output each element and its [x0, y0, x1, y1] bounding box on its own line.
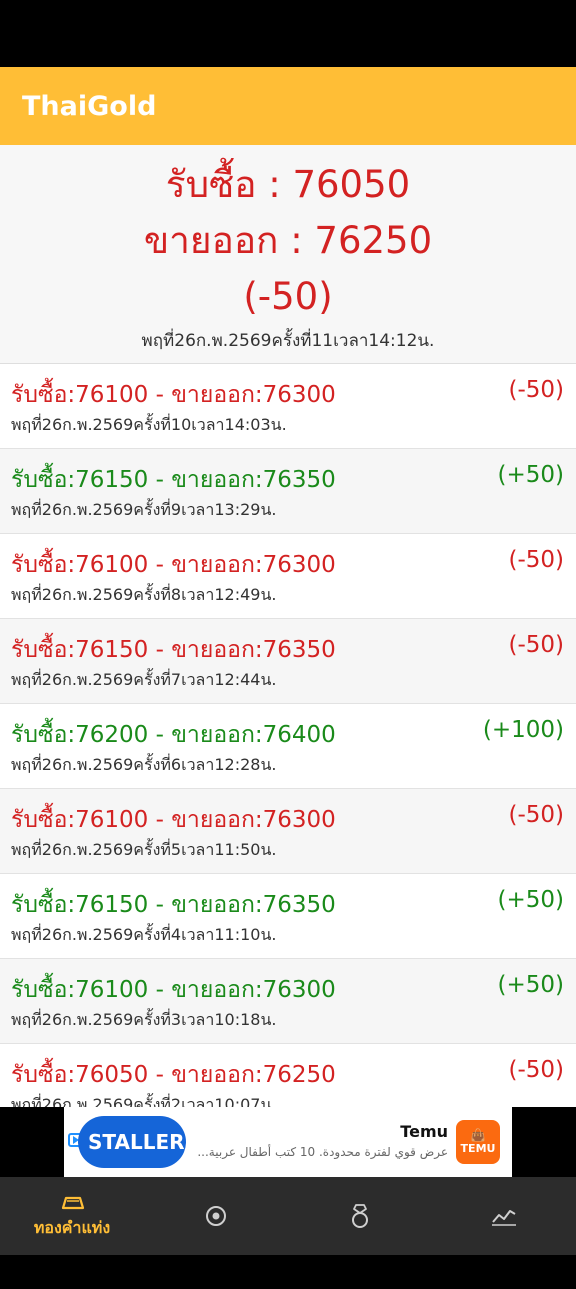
ad-thumbnail[interactable]: STALLER — [78, 1116, 186, 1168]
ad-brand: Temu — [400, 1122, 448, 1141]
trend-chart-icon — [492, 1210, 516, 1226]
row-time: พฤที่26ก.พ.2569ครั้งที่9เวลา13:29น. — [11, 500, 277, 519]
row-price: รับซื้อ:76200 - ขายออก:76400 — [11, 722, 336, 748]
sell-price: ขายออก : 76250 — [143, 219, 433, 262]
ad-banner-area: STALLER Temu عرض قوي لفترة محدودة. 10 كت… — [0, 1107, 576, 1177]
row-time: พฤที่26ก.พ.2569ครั้งที่7เวลา12:44น. — [11, 670, 277, 689]
nav-jewelry[interactable] — [288, 1177, 432, 1255]
row-price: รับซื้อ:76150 - ขายออก:76350 — [11, 637, 336, 663]
status-bar — [0, 0, 576, 67]
ad-banner[interactable]: STALLER Temu عرض قوي لفترة محدودة. 10 كت… — [64, 1107, 512, 1177]
history-row[interactable]: รับซื้อ:76100 - ขายออก:76300 (-50) พฤที่… — [0, 534, 576, 619]
history-row[interactable]: รับซื้อ:76100 - ขายออก:76300 (-50) พฤที่… — [0, 789, 576, 874]
update-timestamp: พฤที่26ก.พ.2569ครั้งที่11เวลา14:12น. — [141, 331, 435, 351]
nav-chart[interactable] — [432, 1177, 576, 1255]
row-change: (-50) — [508, 802, 564, 828]
history-row[interactable]: รับซื้อ:76200 - ขายออก:76400 (+100) พฤที… — [0, 704, 576, 789]
row-time: พฤที่26ก.พ.2569ครั้งที่4เวลา11:10น. — [11, 925, 277, 944]
row-change: (+50) — [497, 972, 564, 998]
diamond-ring-icon — [352, 1204, 368, 1228]
history-row[interactable]: รับซื้อ:76150 - ขายออก:76350 (+50) พฤที่… — [0, 449, 576, 534]
row-change: (+50) — [497, 887, 564, 913]
row-change: (-50) — [508, 547, 564, 573]
nav-gold-bar[interactable]: ทองคำแท่ง — [0, 1177, 144, 1255]
history-row[interactable]: รับซื้อ:76150 - ขายออก:76350 (-50) พฤที่… — [0, 619, 576, 704]
temu-logo-icon[interactable]: 👜 TEMU — [456, 1120, 500, 1164]
latest-price-summary: รับซื้อ : 76050 ขายออก : 76250 (-50) พฤท… — [0, 145, 576, 364]
row-time: พฤที่26ก.พ.2569ครั้งที่8เวลา12:49น. — [11, 585, 277, 604]
row-change: (+50) — [497, 462, 564, 488]
row-change: (-50) — [508, 632, 564, 658]
system-nav-bar — [0, 1255, 576, 1289]
app-title: ThaiGold — [22, 90, 157, 122]
history-row[interactable]: รับซื้อ:76100 - ขายออก:76300 (+50) พฤที่… — [0, 959, 576, 1044]
ad-logo-text: TEMU — [460, 1142, 496, 1155]
price-change: (-50) — [243, 275, 333, 318]
row-price: รับซื้อ:76150 - ขายออก:76350 — [11, 467, 336, 493]
row-price: รับซื้อ:76100 - ขายออก:76300 — [11, 382, 336, 408]
gold-bar-icon — [61, 1196, 85, 1209]
row-change: (+100) — [482, 717, 564, 743]
bottom-navigation: ทองคำแท่ง — [0, 1177, 576, 1255]
nav-gold-bar-label: ทองคำแท่ง — [33, 1217, 111, 1237]
row-time: พฤที่26ก.พ.2569ครั้งที่6เวลา12:28น. — [11, 755, 277, 774]
row-change: (-50) — [508, 377, 564, 403]
row-time: พฤที่26ก.พ.2569ครั้งที่10เวลา14:03น. — [11, 415, 287, 434]
row-time: พฤที่26ก.พ.2569ครั้งที่5เวลา11:50น. — [11, 840, 277, 859]
row-change: (-50) — [508, 1057, 564, 1083]
row-price: รับซื้อ:76100 - ขายออก:76300 — [11, 977, 336, 1003]
ring-target-icon — [206, 1206, 226, 1226]
row-price: รับซื้อ:76150 - ขายออก:76350 — [11, 892, 336, 918]
history-row[interactable]: รับซื้อ:76150 - ขายออก:76350 (+50) พฤที่… — [0, 874, 576, 959]
nav-ring[interactable] — [144, 1177, 288, 1255]
app-bar: ThaiGold — [0, 67, 576, 145]
ad-description: عرض قوي لفترة محدودة. 10 كتب أطفال عربية… — [197, 1145, 448, 1159]
row-time: พฤที่26ก.พ.2569ครั้งที่2เวลา10:07น. — [11, 1095, 277, 1107]
row-price: รับซื้อ:76050 - ขายออก:76250 — [11, 1062, 336, 1088]
row-price: รับซื้อ:76100 - ขายออก:76300 — [11, 552, 336, 578]
history-row[interactable]: รับซื้อ:76050 - ขายออก:76250 (-50) พฤที่… — [0, 1044, 576, 1107]
row-time: พฤที่26ก.พ.2569ครั้งที่3เวลา10:18น. — [11, 1010, 277, 1029]
price-history-list[interactable]: รับซื้อ:76100 - ขายออก:76300 (-50) พฤที่… — [0, 364, 576, 1107]
history-row[interactable]: รับซื้อ:76100 - ขายออก:76300 (-50) พฤที่… — [0, 364, 576, 449]
row-price: รับซื้อ:76100 - ขายออก:76300 — [11, 807, 336, 833]
buy-price: รับซื้อ : 76050 — [165, 163, 411, 206]
